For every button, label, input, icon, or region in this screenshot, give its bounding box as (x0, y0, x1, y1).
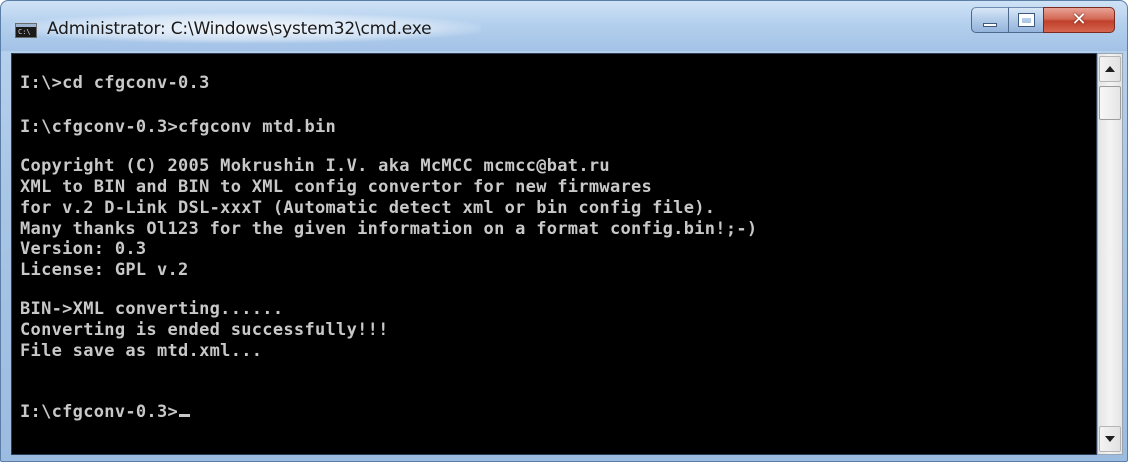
text-cursor (179, 414, 191, 417)
console-output[interactable]: I:\>cd cfgconv-0.3 I:\cfgconv-0.3>cfgcon… (11, 53, 1097, 455)
console-line: for v.2 D-Link DSL-xxxT (Automatic detec… (20, 198, 716, 218)
vertical-scrollbar[interactable] (1097, 53, 1123, 455)
scroll-up-button[interactable] (1099, 56, 1121, 82)
minimize-icon (983, 22, 997, 27)
console-line: Version: 0.3 (20, 239, 147, 259)
scroll-down-arrow-icon (1105, 436, 1115, 442)
console-window: C:\ Administrator: C:\Windows\system32\c… (0, 0, 1128, 462)
console-prompt: I:\cfgconv-0.3> (20, 402, 179, 422)
console-line: Many thanks Ol123 for the given informat… (20, 219, 758, 239)
console-icon-text: C:\ (18, 28, 31, 36)
minimize-button[interactable] (971, 7, 1009, 33)
scrollbar-thumb[interactable] (1099, 86, 1121, 120)
title-bar[interactable]: C:\ Administrator: C:\Windows\system32\c… (1, 1, 1127, 51)
close-icon: ✕ (1071, 9, 1087, 30)
scroll-down-button[interactable] (1099, 426, 1121, 452)
console-line: Copyright (C) 2005 Mokrushin I.V. aka Mc… (20, 156, 610, 176)
console-line: File save as mtd.xml... (20, 341, 263, 361)
console-line: XML to BIN and BIN to XML config convert… (20, 177, 653, 197)
console-line: I:\>cd cfgconv-0.3 (20, 73, 210, 93)
scroll-up-arrow-icon (1105, 66, 1115, 72)
window-title: Administrator: C:\Windows\system32\cmd.e… (47, 19, 432, 39)
maximize-button[interactable] (1008, 7, 1044, 33)
close-button[interactable]: ✕ (1043, 7, 1115, 33)
console-line: I:\cfgconv-0.3>cfgconv mtd.bin (20, 117, 337, 137)
console-line: Converting is ended successfully!!! (20, 320, 389, 340)
console-prompt-line[interactable]: I:\cfgconv-0.3> (20, 402, 191, 422)
maximize-icon (1017, 13, 1035, 27)
console-line: License: GPL v.2 (20, 260, 189, 280)
console-line: BIN->XML converting...... (20, 299, 284, 319)
console-window-icon[interactable]: C:\ (15, 23, 37, 38)
